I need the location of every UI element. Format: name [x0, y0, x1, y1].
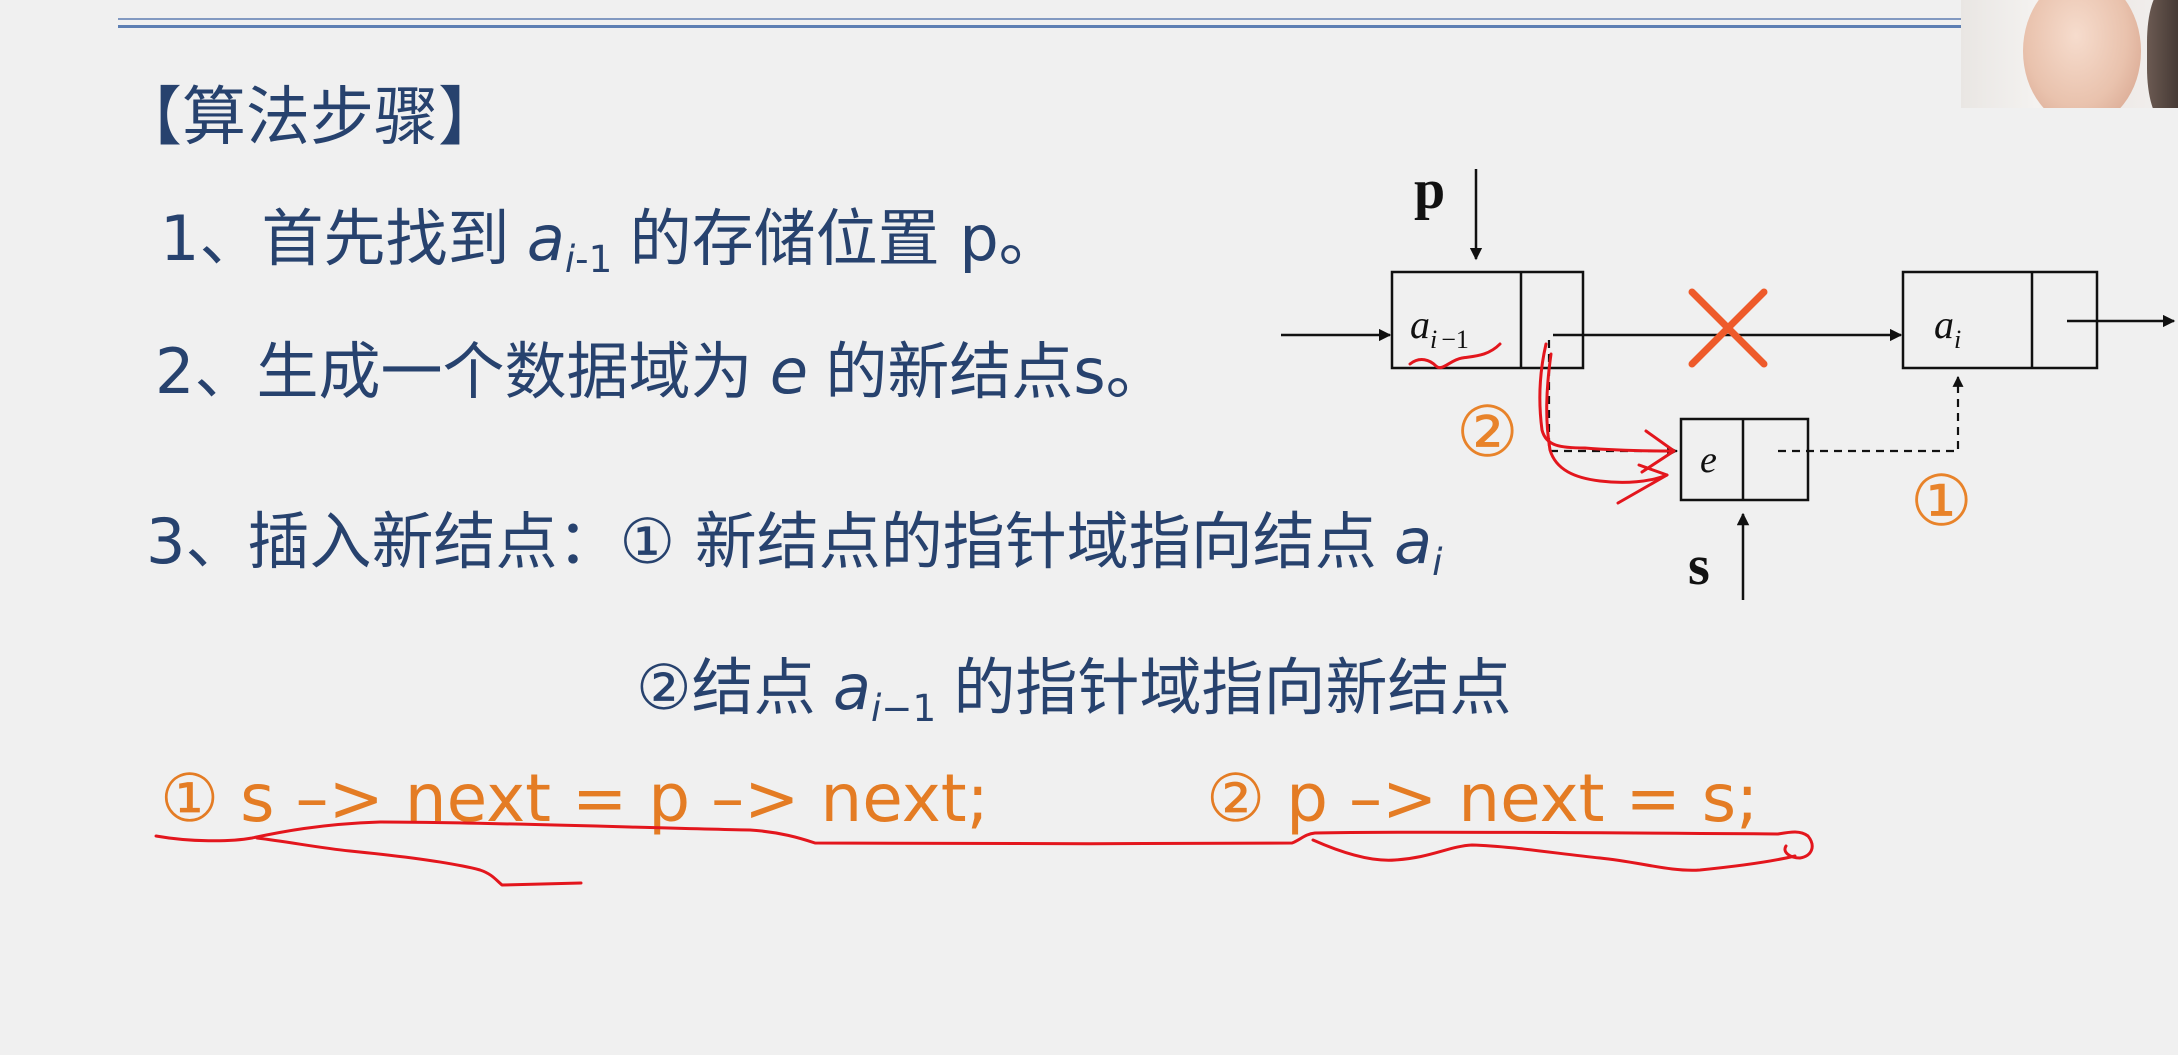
node-prev-sub-offset: −1: [1441, 325, 1469, 354]
slide: 【算法步骤】 1、首先找到 ai-1 的存储位置 p。 2、生成一个数据域为 e 的新结…: [0, 0, 2178, 1055]
new-link-prev-to-new: [1547, 340, 1679, 457]
annotation-underline-code-2: [1311, 838, 1797, 872]
pointer-s-label: s: [1688, 535, 1710, 597]
node-next-var: a: [1934, 302, 1954, 347]
diagram-step-2-label: ②: [1456, 391, 1519, 473]
node-prev-sub-index: i: [1430, 325, 1437, 354]
node-next-label: ai: [1934, 302, 1961, 354]
node-next-sub-index: i: [1954, 325, 1961, 354]
node-new-label: e: [1700, 439, 1717, 481]
pointer-p-label: p: [1414, 159, 1445, 221]
pen-annotations: [154, 342, 1814, 887]
linked-list-diagram: p ai −1 ai e s ② ①: [154, 159, 2176, 887]
new-link-new-to-next: [1778, 375, 1964, 453]
annotation-underline-code-3: [255, 836, 583, 887]
annotation-arrow-stroke-2: [1545, 352, 1669, 484]
node-prev-var: a: [1410, 302, 1430, 347]
node-prev-label: ai −1: [1410, 302, 1469, 354]
diagram-step-1-label: ①: [1910, 460, 1973, 542]
